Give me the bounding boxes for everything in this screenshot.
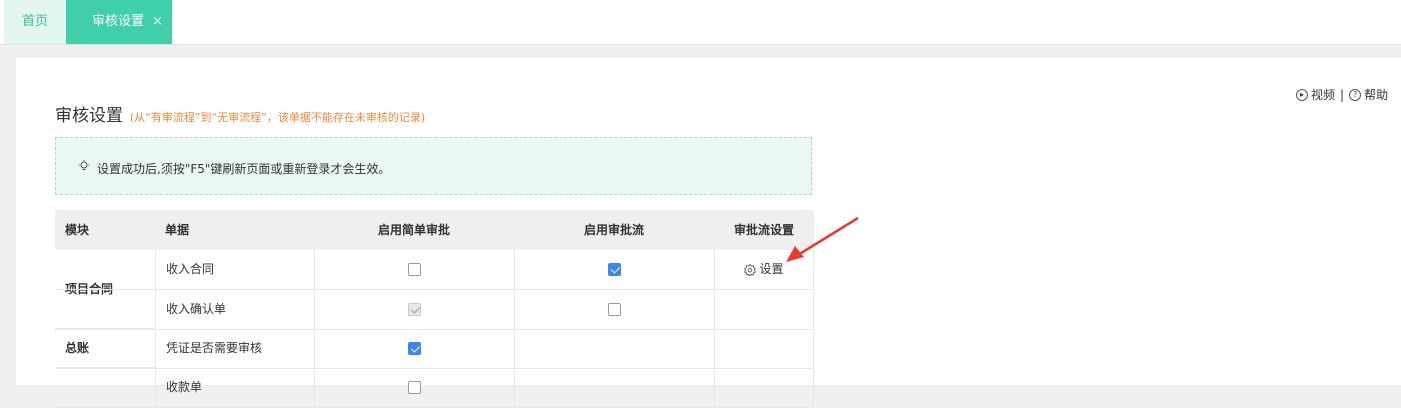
flow-settings-cell [714,368,814,407]
simple-approval-cell [314,329,514,368]
lightbulb-icon [78,160,90,170]
approval-flow-checkbox[interactable] [608,303,621,316]
table-row: 收入确认单 [55,290,814,330]
simple-approval-cell [314,250,514,289]
gear-icon [744,263,757,276]
tab-home[interactable]: 首页 [4,0,66,44]
video-link[interactable]: 视频 [1311,86,1335,103]
page-title: 审核设置 [55,106,123,126]
flow-settings-cell [714,290,814,329]
table-row: 收款单 [55,368,814,408]
question-icon: ? [1349,88,1362,101]
notice-text: 设置成功后,须按"F5"键刷新页面或重新登录才会生效。 [97,162,391,176]
tab-label: 审核设置 [92,14,145,29]
page-note: (从“有审流程”到“无审流程”，该单据不能存在未审核的记录) [129,111,426,124]
header-simple-approval: 启用简单审批 [377,223,450,237]
flow-settings-cell: 设置 [714,250,814,289]
tab-bar: 首页 审核设置 × [0,0,1401,45]
document-name: 收入合同 [155,250,314,289]
header-flow-settings: 审批流设置 [733,223,794,237]
simple-approval-cell [314,290,514,329]
settings-link[interactable]: 设置 [744,262,784,276]
approval-flow-checkbox[interactable] [608,263,621,276]
approval-flow-cell [514,368,714,407]
approval-flow-cell [514,329,714,368]
module-cell [55,368,155,407]
simple-approval-cell [314,368,514,407]
table-row: 收入合同 设置 [55,250,814,290]
flow-settings-cell [714,329,814,368]
table-header: 模块 单据 启用简单审批 启用审批流 审批流设置 [55,210,814,250]
approval-flow-cell [514,290,714,329]
header-approval-flow: 启用审批流 [583,223,644,237]
approval-flow-cell [514,250,714,289]
tab-audit-settings[interactable]: 审核设置 × [66,0,172,44]
header-document: 单据 [165,223,190,237]
table-row: 凭证是否需要审核 [55,329,814,369]
play-icon: ▸ [1296,88,1308,101]
settings-label: 设置 [759,262,784,276]
simple-approval-checkbox [408,303,421,316]
simple-approval-checkbox[interactable] [408,263,421,276]
simple-approval-checkbox[interactable] [408,381,421,394]
notice-box: 设置成功后,须按"F5"键刷新页面或重新登录才会生效。 [55,137,812,195]
document-name: 收入确认单 [155,290,314,329]
close-icon[interactable]: × [152,0,163,44]
document-name: 收款单 [155,368,314,407]
header-module: 模块 [65,223,90,237]
document-name: 凭证是否需要审核 [155,329,314,368]
simple-approval-checkbox[interactable] [408,342,421,355]
page-title-block: 审核设置 (从“有审流程”到“无审流程”，该单据不能存在未审核的记录) [55,101,425,126]
divider: | [1340,87,1345,102]
help-link[interactable]: 帮助 [1364,86,1388,103]
help-links: ▸ 视频 |? 帮助 [1296,86,1388,103]
